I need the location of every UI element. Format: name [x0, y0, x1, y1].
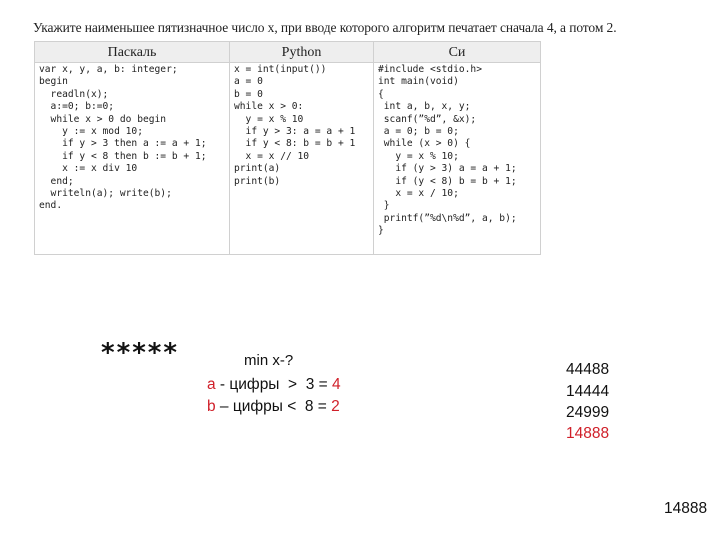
cell-c: #include <stdio.h> int main(void) { int … — [374, 63, 540, 254]
candidate-number: 24999 — [566, 404, 610, 421]
code-python: x = int(input()) a = 0 b = 0 while x > 0… — [234, 64, 356, 187]
condition-b: b – цифры < 8 = 2 — [207, 398, 340, 416]
min-x-question: min x-? — [244, 352, 294, 369]
final-answer: 14888 — [664, 500, 708, 517]
condition-a-text: - цифры > 3 = — [215, 376, 333, 393]
header-c: Си — [374, 42, 540, 63]
condition-a-value: 4 — [332, 376, 341, 393]
header-python: Python — [230, 42, 374, 63]
var-a: a — [207, 376, 216, 393]
cell-python: x = int(input()) a = 0 b = 0 while x > 0… — [230, 63, 374, 254]
code-table: Паскаль Python Си var x, y, a, b: intege… — [34, 41, 541, 255]
code-c: #include <stdio.h> int main(void) { int … — [378, 64, 517, 237]
condition-a: a - цифры > 3 = 4 — [207, 376, 341, 394]
header-pascal: Паскаль — [35, 42, 230, 63]
task-statement: Укажите наименьшее пятизначное число x, … — [33, 20, 617, 35]
digit-placeholder-stars: ***** — [101, 338, 179, 368]
condition-b-text: – цифры < 8 = — [215, 398, 332, 415]
candidate-number: 14444 — [566, 383, 610, 400]
candidate-number: 44488 — [566, 361, 610, 378]
candidate-number-highlighted: 14888 — [566, 425, 610, 442]
code-pascal: var x, y, a, b: integer; begin readln(x)… — [39, 64, 207, 212]
condition-b-value: 2 — [331, 398, 340, 415]
cell-pascal: var x, y, a, b: integer; begin readln(x)… — [35, 63, 230, 254]
var-b: b — [207, 398, 216, 415]
